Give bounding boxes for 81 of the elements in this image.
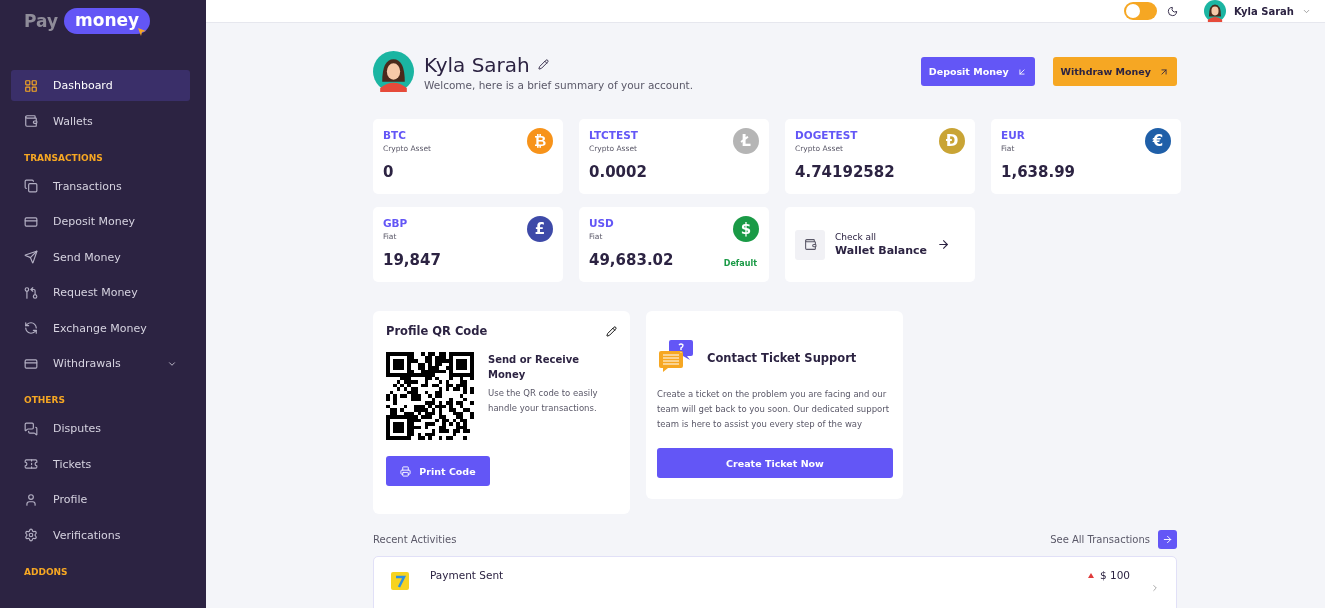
- balance-amount: 49,683.02: [589, 251, 674, 269]
- logo-badge: money: [64, 8, 151, 34]
- sidebar-item[interactable]: Request Money: [11, 277, 190, 308]
- see-all-link[interactable]: See All Transactions: [1050, 534, 1150, 545]
- cursor-icon: [138, 28, 146, 36]
- currency-code: BTC: [383, 129, 406, 141]
- wallet-balance-link[interactable]: Check all Wallet Balance: [785, 207, 975, 282]
- welcome-text: Welcome, here is a brief summary of your account.: [424, 78, 695, 91]
- nav-icon: [24, 321, 38, 335]
- currency-code: DOGETEST: [795, 129, 858, 141]
- balance-amount: 19,847: [383, 251, 441, 269]
- nav-icon: [24, 492, 38, 507]
- nav-icon: [24, 214, 38, 229]
- sidebar-item[interactable]: Disputes: [11, 413, 190, 444]
- default-label: Default: [723, 259, 757, 268]
- activity-amount: $ 100: [1099, 569, 1130, 581]
- activity-title: Payment Sent: [430, 569, 505, 581]
- balance-amount: 0.0002: [589, 163, 647, 181]
- sidebar-item[interactable]: Deposit Money: [11, 206, 190, 237]
- arrow-icon: [1162, 534, 1173, 545]
- balance-amount: 4.74192582: [795, 163, 895, 181]
- edit-icon: [537, 59, 549, 70]
- section-heading: TRANSACTIONS: [23, 152, 104, 163]
- nav-icon: [24, 114, 38, 128]
- sidebar-item[interactable]: Wallets: [11, 105, 190, 137]
- sidebar-item[interactable]: Tickets: [11, 448, 190, 480]
- user-menu[interactable]: Kyla Sarah: [1203, 0, 1311, 22]
- qr-heading: Send or Receive Money: [488, 353, 580, 382]
- qr-description: Use the QR code to easily handle your transactions.: [488, 387, 599, 415]
- nav-icon: [24, 421, 38, 436]
- nav-icon: [24, 528, 38, 542]
- print-button[interactable]: Print Code: [386, 456, 490, 486]
- create-ticket-button[interactable]: Create Ticket Now: [657, 448, 893, 478]
- chevron-icon: [1150, 583, 1160, 593]
- logo-text: Pay: [24, 11, 59, 31]
- theme-toggle[interactable]: [1123, 2, 1157, 20]
- avatar-icon: [373, 51, 414, 92]
- deposit-button[interactable]: Deposit Money: [920, 57, 1035, 86]
- wallet-icon: [795, 229, 825, 260]
- edit-icon: [606, 325, 617, 337]
- balance-amount: 0: [383, 163, 394, 181]
- sidebar-item[interactable]: Exchange Money: [11, 312, 190, 344]
- section-title: Recent Activities: [373, 534, 457, 545]
- coin-icon: $: [733, 216, 759, 242]
- coin-icon: Ł: [733, 128, 759, 154]
- moon-icon: [1166, 5, 1178, 17]
- currency-code: USD: [589, 217, 614, 229]
- nav-icon: [24, 78, 38, 93]
- sidebar-item[interactable]: Send Money: [11, 241, 190, 273]
- activity-row[interactable]: Payment Sent $ 100: [373, 556, 1177, 608]
- avatar-icon: [1203, 0, 1226, 22]
- nav-icon: [24, 457, 38, 471]
- arrow-icon: [1159, 66, 1169, 77]
- withdraw-button[interactable]: Withdraw Money: [1052, 57, 1177, 86]
- printer-icon: [400, 465, 412, 477]
- balance-amount: 1,638.99: [1001, 163, 1076, 181]
- support-description: Create a ticket on the problem you are facing and our team will get back to you soon. Our dedicated support team is here to assist you every step of the way: [657, 388, 891, 431]
- card-title: Contact Ticket Support: [707, 351, 857, 365]
- nav-icon: [24, 356, 38, 371]
- arrow-icon: [1016, 66, 1027, 77]
- card-title: Profile QR Code: [386, 324, 488, 338]
- nav-icon: [24, 179, 38, 193]
- currency-code: GBP: [383, 217, 408, 229]
- sidebar-item[interactable]: Profile: [11, 484, 190, 515]
- coin-icon: ₿: [527, 128, 553, 154]
- coin-icon: Ð: [939, 128, 965, 154]
- coin-icon: €: [1145, 128, 1171, 154]
- nav-icon: [24, 250, 38, 264]
- sidebar-item[interactable]: Verifications: [11, 519, 190, 551]
- user-name: Kyla Sarah: [424, 52, 530, 77]
- nav-icon: [24, 285, 38, 300]
- arrow-icon: [937, 238, 951, 251]
- currency-code: LTCTEST: [589, 129, 638, 141]
- section-heading: ADDONS: [23, 566, 69, 577]
- arrow-button[interactable]: [1158, 530, 1177, 549]
- coin-icon: £: [527, 216, 553, 242]
- sidebar-item[interactable]: Transactions: [11, 170, 190, 202]
- currency-code: EUR: [1001, 129, 1025, 141]
- section-heading: OTHERS: [23, 395, 66, 405]
- sidebar-item[interactable]: Dashboard: [11, 70, 190, 101]
- sidebar-item[interactable]: Withdrawals: [11, 348, 190, 379]
